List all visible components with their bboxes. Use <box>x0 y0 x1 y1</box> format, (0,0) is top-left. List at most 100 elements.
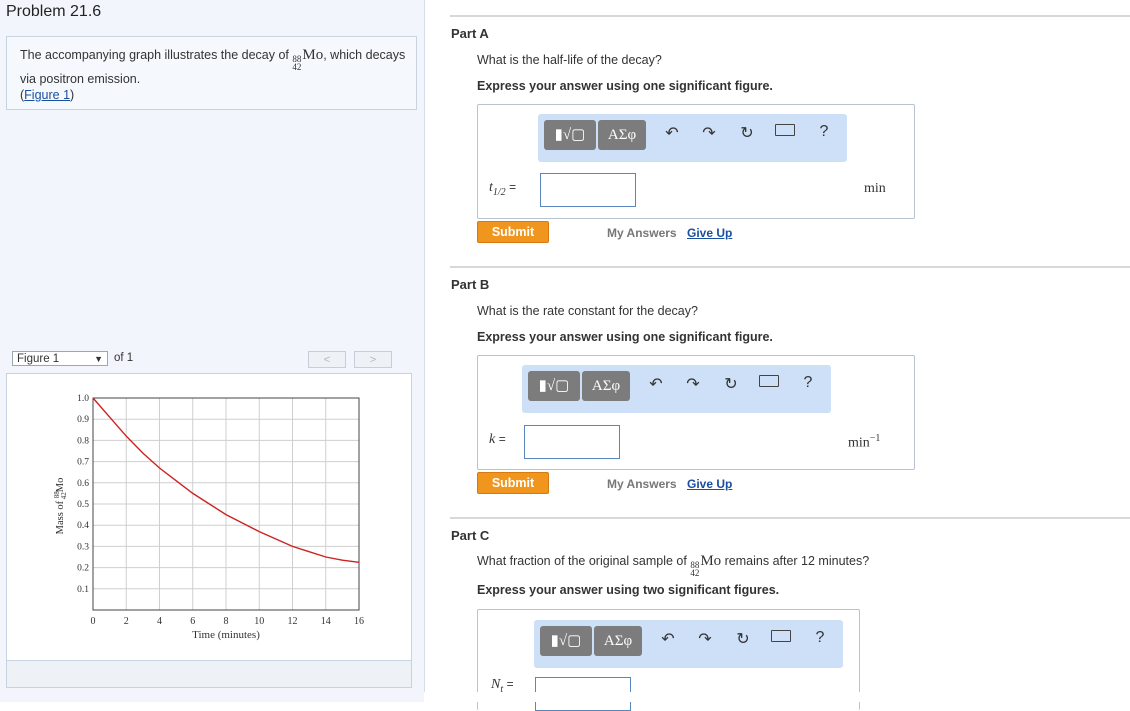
part-a-question: What is the half-life of the decay? <box>477 53 662 67</box>
templates-button[interactable]: ▮√▢ <box>528 371 580 401</box>
y-tick-label: 0.9 <box>77 415 89 425</box>
problem-intro: The accompanying graph illustrates the d… <box>6 36 417 110</box>
greek-symbols-button[interactable]: ΑΣφ <box>582 371 630 401</box>
var-n: N <box>491 677 501 692</box>
part-b-title: Part B <box>451 277 490 292</box>
figure-select[interactable]: Figure 1 ▼ <box>12 351 108 366</box>
part-a-my-answers-link[interactable]: My Answers <box>607 226 677 240</box>
left-panel: Problem 21.6 The accompanying graph illu… <box>0 0 425 702</box>
divider <box>450 15 1130 17</box>
isotope-element: Mo <box>302 47 324 63</box>
figure-panel: 0 2 4 6 8 10 12 14 16 0.1 0.2 0.3 0.4 0.5 0.6 0.7 0.8 0.9… <box>6 373 412 661</box>
x-axis-label: Time (minutes) <box>192 629 260 641</box>
x-tick-label: 0 <box>91 616 96 627</box>
part-b-submit-button[interactable]: Submit <box>477 472 549 494</box>
x-tick-label: 8 <box>224 616 229 627</box>
part-b-toolbar: ▮√▢ ΑΣφ ↶ ↷ ↻ ? <box>522 365 831 413</box>
figure-count: of 1 <box>114 352 134 364</box>
part-b-variable-label: k = <box>489 432 506 448</box>
x-tick-label: 14 <box>321 616 331 627</box>
templates-button[interactable]: ▮√▢ <box>544 120 596 150</box>
help-icon[interactable]: ? <box>797 374 819 392</box>
redo-icon[interactable]: ↷ <box>698 123 720 143</box>
part-c-toolbar: ▮√▢ ΑΣφ ↶ ↷ ↻ ? <box>534 620 843 668</box>
part-a-give-up-link[interactable]: Give Up <box>687 226 732 240</box>
keyboard-icon[interactable] <box>770 629 792 647</box>
y-tick-label: 0.6 <box>77 479 89 489</box>
part-c-title: Part C <box>451 528 490 543</box>
isotope-symbol: 88 42 Mo <box>292 47 324 72</box>
figure-select-value: Figure 1 <box>17 353 60 365</box>
intro-text-before: The accompanying graph illustrates the d… <box>20 48 289 62</box>
templates-button[interactable]: ▮√▢ <box>540 626 592 656</box>
equals-sign: = <box>506 677 514 691</box>
problem-title: Problem 21.6 <box>6 3 102 20</box>
isotope-symbol: 88 42 Mo <box>690 553 722 578</box>
part-b-give-up-link[interactable]: Give Up <box>687 477 732 491</box>
equals-sign: = <box>498 432 506 446</box>
part-c-question: What fraction of the original sample of … <box>477 553 870 578</box>
y-tick-label: 0.5 <box>77 500 89 510</box>
part-c-question-before: What fraction of the original sample of <box>477 554 687 568</box>
part-c-instruction: Express your answer using two significan… <box>477 583 780 597</box>
keyboard-icon[interactable] <box>758 374 780 392</box>
help-icon[interactable]: ? <box>809 629 831 647</box>
greek-symbols-button[interactable]: ΑΣφ <box>594 626 642 656</box>
undo-icon[interactable]: ↶ <box>657 629 679 649</box>
x-tick-label: 12 <box>288 616 298 627</box>
undo-icon[interactable]: ↶ <box>645 374 667 394</box>
divider <box>450 517 1130 519</box>
part-a-answer-input[interactable] <box>540 173 636 207</box>
part-a-title: Part A <box>451 26 489 41</box>
prev-figure-button[interactable]: < <box>308 351 346 368</box>
x-tick-label: 16 <box>354 616 364 627</box>
part-a-answer-box: ▮√▢ ΑΣφ ↶ ↷ ↻ ? t1/2 = min <box>477 104 915 219</box>
reset-icon[interactable]: ↻ <box>732 629 754 649</box>
undo-icon[interactable]: ↶ <box>661 123 683 143</box>
part-a-instruction: Express your answer using one significan… <box>477 79 773 93</box>
reset-icon[interactable]: ↻ <box>720 374 742 394</box>
isotope-element: Mo <box>700 553 722 569</box>
part-a-submit-button[interactable]: Submit <box>477 221 549 243</box>
y-tick-label: 0.2 <box>77 564 89 574</box>
figure-link[interactable]: Figure 1 <box>24 88 70 102</box>
part-a-unit: min <box>864 181 886 196</box>
x-tick-label: 2 <box>124 616 129 627</box>
decay-chart: 0 2 4 6 8 10 12 14 16 0.1 0.2 0.3 0.4 0.5 0.6 0.7 0.8 0.9… <box>53 394 364 641</box>
part-c-question-after: remains after 12 minutes? <box>724 554 870 568</box>
redo-icon[interactable]: ↷ <box>694 629 716 649</box>
isotope-atomic: 42 <box>292 62 302 72</box>
y-tick-label: 0.8 <box>77 436 89 446</box>
part-b-answer-box: ▮√▢ ΑΣφ ↶ ↷ ↻ ? k = min−1 <box>477 355 915 470</box>
x-tick-label: 10 <box>254 616 264 627</box>
figure-footer <box>6 660 412 688</box>
next-figure-button[interactable]: > <box>354 351 392 368</box>
part-a-variable-label: t1/2 = <box>489 180 516 198</box>
var-subscript: 1/2 <box>492 186 506 198</box>
y-tick-label: 0.7 <box>77 458 89 468</box>
y-tick-label: 0.1 <box>77 585 89 595</box>
isotope-atomic: 42 <box>690 568 700 578</box>
part-b-answer-input[interactable] <box>524 425 620 459</box>
help-icon[interactable]: ? <box>813 123 835 141</box>
keyboard-icon[interactable] <box>774 123 796 141</box>
greek-symbols-button[interactable]: ΑΣφ <box>598 120 646 150</box>
viewport-cutoff <box>424 692 1130 702</box>
divider <box>450 266 1130 268</box>
part-b-instruction: Express your answer using one significan… <box>477 330 773 344</box>
y-tick-label: 1.0 <box>77 394 89 404</box>
dropdown-arrow-icon: ▼ <box>94 354 103 364</box>
y-tick-label: 0.4 <box>77 521 89 531</box>
part-b-my-answers-link[interactable]: My Answers <box>607 477 677 491</box>
unit-min: min <box>848 435 870 451</box>
reset-icon[interactable]: ↻ <box>736 123 758 143</box>
right-panel: Part A What is the half-life of the deca… <box>424 0 1130 711</box>
x-tick-label: 6 <box>190 616 195 627</box>
y-axis-label: Mass of 8842Mo <box>53 478 68 535</box>
part-a-toolbar: ▮√▢ ΑΣφ ↶ ↷ ↻ ? <box>538 114 847 162</box>
x-tick-label: 4 <box>157 616 162 627</box>
redo-icon[interactable]: ↷ <box>682 374 704 394</box>
var-k: k <box>489 432 496 447</box>
figure-navigation: Figure 1 ▼ of 1 < > <box>8 349 410 371</box>
y-axis-label-text: Mass of 8842Mo <box>53 478 68 535</box>
